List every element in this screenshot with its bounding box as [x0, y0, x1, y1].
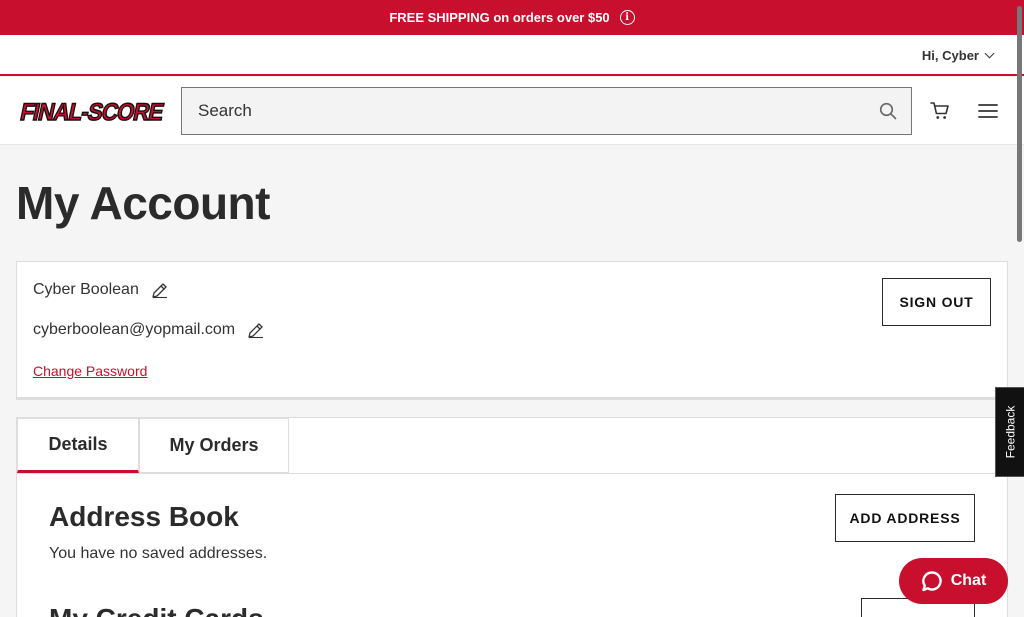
search-icon[interactable] [879, 102, 897, 120]
chat-bubble-icon [921, 571, 942, 592]
credit-cards-title: My Credit Cards [49, 603, 264, 617]
page-title: My Account [16, 177, 270, 229]
scrollbar-thumb[interactable] [1017, 6, 1022, 242]
final-score-logo[interactable]: FINAL-SCORE [16, 97, 166, 125]
tab-bar: Details My Orders [17, 418, 1009, 474]
edit-email-icon[interactable] [247, 322, 264, 339]
tab-details[interactable]: Details [17, 418, 139, 473]
tab-my-orders[interactable]: My Orders [139, 418, 289, 473]
svg-text:FINAL-SCORE: FINAL-SCORE [18, 99, 166, 125]
promo-banner: FREE SHIPPING on orders over $50 i [0, 0, 1024, 35]
utility-bar: Hi, Cyber [0, 35, 1024, 76]
info-icon[interactable]: i [619, 10, 635, 25]
search-input[interactable] [182, 88, 911, 134]
site-header: FINAL-SCORE [0, 77, 1024, 145]
edit-name-icon[interactable] [151, 282, 168, 299]
account-email: cyberboolean@yopmail.com [33, 321, 236, 338]
search-bar [181, 87, 912, 135]
page-scrollbar[interactable] [1016, 0, 1024, 617]
chat-label: Chat [950, 572, 987, 589]
feedback-label: Feedback [1003, 405, 1018, 459]
address-book-empty-text: You have no saved addresses. [49, 545, 268, 562]
name-row: Cyber Boolean [33, 281, 168, 299]
menu-icon[interactable] [978, 103, 998, 119]
chat-button[interactable]: Chat [899, 558, 1008, 604]
add-address-button[interactable]: ADD ADDRESS [835, 494, 975, 542]
cart-icon[interactable] [930, 101, 950, 121]
sign-out-button[interactable]: SIGN OUT [882, 278, 991, 326]
promo-text: FREE SHIPPING on orders over $50 [389, 10, 610, 25]
account-name: Cyber Boolean [33, 281, 139, 298]
address-book-title: Address Book [49, 501, 239, 532]
chevron-down-icon [984, 48, 995, 59]
account-info-card: Cyber Boolean cyberboolean@yopmail.com C… [16, 261, 1008, 400]
change-password-link[interactable]: Change Password [33, 363, 147, 379]
account-tabs-panel: Details My Orders Address Book You have … [16, 417, 1009, 617]
account-menu[interactable]: Hi, Cyber [921, 48, 995, 63]
email-row: cyberboolean@yopmail.com [33, 321, 264, 339]
greeting-text: Hi, Cyber [921, 48, 979, 63]
